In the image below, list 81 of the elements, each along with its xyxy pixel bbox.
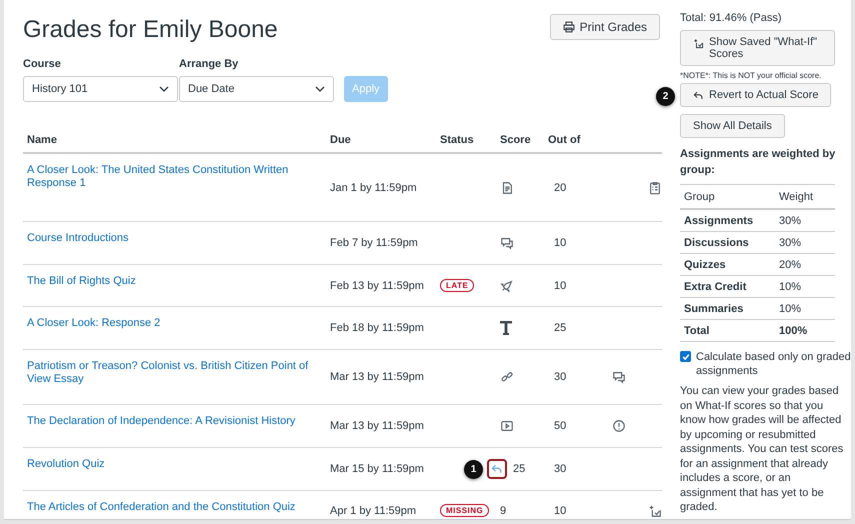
points-possible: 30 bbox=[554, 371, 566, 383]
revert-icon bbox=[491, 463, 503, 475]
group-weight: 20% bbox=[775, 254, 835, 276]
link-icon bbox=[500, 370, 514, 384]
due-date: Apr 1 by 11:59pm bbox=[330, 504, 416, 516]
status-badge: MISSING bbox=[440, 504, 490, 517]
discussion-icon bbox=[500, 236, 514, 250]
group-weight: 10% bbox=[775, 276, 835, 298]
points-possible: 20 bbox=[554, 182, 566, 194]
points-possible: 25 bbox=[554, 322, 566, 334]
checkbox-label: Calculate based only on graded assignments bbox=[696, 350, 851, 378]
chevron-down-icon bbox=[315, 86, 325, 92]
points-possible: 10 bbox=[554, 280, 566, 292]
show-what-if-button[interactable]: Show Saved "What-If" Scores bbox=[680, 30, 835, 66]
assignment-link[interactable]: Course Introductions bbox=[27, 232, 138, 245]
callout-marker: 1 bbox=[464, 460, 483, 478]
total-grade: Total: 91.46% (Pass) bbox=[680, 12, 782, 24]
due-date: Mar 15 by 11:59pm bbox=[330, 463, 424, 475]
chevron-down-icon bbox=[159, 86, 169, 92]
assignment-link[interactable]: The Declaration of Independence: A Revisionist History bbox=[27, 415, 306, 428]
group-name: Assignments bbox=[680, 210, 775, 232]
alert-icon bbox=[612, 419, 626, 433]
assignment-link[interactable]: Revolution Quiz bbox=[27, 458, 115, 471]
assignment-link[interactable]: A Closer Look: The United States Constitution Written Response 1 bbox=[27, 164, 326, 190]
printer-icon bbox=[562, 21, 575, 33]
group-name: Quizzes bbox=[680, 254, 775, 276]
points-possible: 10 bbox=[554, 237, 566, 249]
group-name: Discussions bbox=[680, 232, 775, 254]
note-text: *NOTE*: This is NOT your official score. bbox=[680, 71, 822, 80]
filter-label: Course bbox=[23, 58, 62, 70]
status-badge: LATE bbox=[440, 279, 474, 292]
column-header: Group bbox=[680, 185, 775, 210]
points-possible: 30 bbox=[554, 463, 566, 475]
assignment-link[interactable]: A Closer Look: Response 2 bbox=[27, 317, 170, 330]
points-possible: 50 bbox=[554, 420, 566, 432]
discussion-icon bbox=[612, 370, 626, 384]
score: 9 bbox=[500, 504, 506, 516]
callout-marker: 2 bbox=[656, 87, 675, 106]
column-header: Status bbox=[436, 134, 496, 154]
show-details-button[interactable]: Show All Details bbox=[680, 114, 785, 138]
revert-score-button[interactable]: Revert to Actual Score bbox=[680, 83, 832, 107]
revert-button[interactable] bbox=[487, 459, 507, 479]
group-name: Extra Credit bbox=[680, 276, 775, 298]
assignment-link[interactable]: Patriotism or Treason? Colonist vs. British Citizen Point of View Essay bbox=[27, 360, 326, 386]
filter-label: Arrange By bbox=[179, 58, 240, 70]
column-header: Name bbox=[23, 134, 326, 154]
document-icon bbox=[500, 180, 514, 194]
group-weight: 10% bbox=[775, 298, 835, 320]
column-header: Due bbox=[326, 134, 436, 154]
what-if-icon bbox=[648, 504, 662, 518]
what-if-icon bbox=[693, 38, 704, 49]
page-title: Grades for Emily Boone bbox=[23, 16, 278, 44]
clipboard-icon bbox=[648, 180, 662, 194]
checkbox[interactable] bbox=[680, 351, 691, 362]
due-date: Feb 7 by 11:59pm bbox=[330, 237, 418, 249]
column-header: Score bbox=[496, 134, 544, 154]
points-possible: 10 bbox=[554, 504, 566, 516]
group-name: Total bbox=[680, 320, 775, 342]
revert-icon bbox=[693, 90, 704, 100]
weights-heading: Assignments are weighted by group: bbox=[680, 147, 836, 178]
text-entry-icon bbox=[500, 321, 512, 335]
group-name: Summaries bbox=[680, 298, 775, 320]
due-date: Mar 13 by 11:59pm bbox=[330, 420, 424, 432]
dropdown-select[interactable]: History 101 bbox=[23, 76, 178, 102]
due-date: Mar 13 by 11:59pm bbox=[330, 371, 424, 383]
group-weight: 30% bbox=[775, 232, 835, 254]
play-icon bbox=[500, 419, 514, 433]
column-header: Out of bbox=[544, 134, 604, 154]
due-date: Feb 18 by 11:59pm bbox=[330, 322, 424, 334]
dropdown-select[interactable]: Due Date bbox=[179, 76, 334, 102]
score: 25 bbox=[513, 463, 526, 475]
assignment-link[interactable]: The Articles of Confederation and the Constitution Quiz bbox=[27, 501, 306, 514]
assignment-link[interactable]: The Bill of Rights Quiz bbox=[27, 275, 146, 288]
group-weight: 100% bbox=[775, 320, 835, 342]
print-grades-button[interactable]: Print Grades bbox=[550, 14, 660, 40]
due-date: Feb 13 by 11:59pm bbox=[330, 280, 424, 292]
group-weight: 30% bbox=[775, 210, 835, 232]
rocket-icon bbox=[500, 278, 514, 292]
due-date: Jan 1 by 11:59pm bbox=[330, 182, 417, 194]
info-paragraph: You can view your grades based on What-If scores so that you know how grades will be affected by upcoming or resubmitted assignments. You can test scores for an assignment that already includes a score, or an assignment that has yet to be graded. bbox=[680, 384, 844, 514]
column-header: Weight bbox=[775, 185, 835, 210]
